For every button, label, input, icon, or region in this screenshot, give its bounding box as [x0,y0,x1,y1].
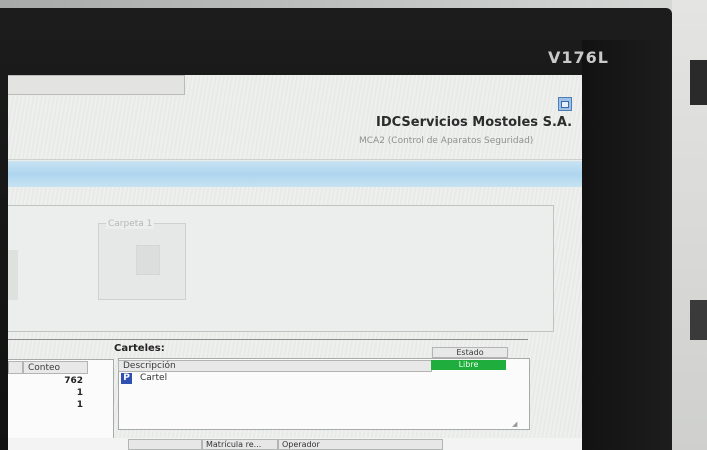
top-toolbar [8,75,185,95]
right-object [690,60,707,105]
column-header-descripcion[interactable]: Descripción [118,360,432,372]
status-badge: Libre [431,360,506,370]
right-mount [690,300,707,340]
group-box-label: Carpeta 1 [106,219,155,229]
column-header-matricula[interactable]: Matrícula re... [202,439,278,450]
list-item-conteo[interactable]: 762 [38,376,83,386]
column-header-operador[interactable]: Operador [278,439,443,450]
title-band [8,161,582,187]
list-item-conteo[interactable]: 1 [38,388,83,398]
app-subtitle: MCA2 (Control de Aparatos Seguridad) [359,136,534,146]
company-name: IDCServicios Mostoles S.A. [376,115,573,130]
main-panel [8,205,554,332]
column-header-estado[interactable]: Estado [432,347,508,358]
cartel-descripcion[interactable]: Cartel [140,373,167,383]
panel-left-ghost [8,250,18,300]
section-divider [8,339,528,340]
header-divider [8,159,582,160]
resize-grip-icon[interactable]: ◢ [512,420,522,428]
list-column-header-conteo[interactable]: Conteo [23,361,88,374]
screen: IDCServicios Mostoles S.A. MCA2 (Control… [8,75,582,450]
column-header-blank[interactable] [128,439,202,450]
carteles-title: Carteles: [114,343,165,354]
parking-icon: P [121,373,132,384]
window-restore-icon[interactable] [558,97,572,111]
list-column-header-blank[interactable] [8,361,23,374]
group-box-thumbnail [136,245,160,275]
list-item-conteo[interactable]: 1 [38,400,83,410]
monitor-bezel-side [582,40,672,450]
monitor-model-label: V176L [548,48,609,67]
